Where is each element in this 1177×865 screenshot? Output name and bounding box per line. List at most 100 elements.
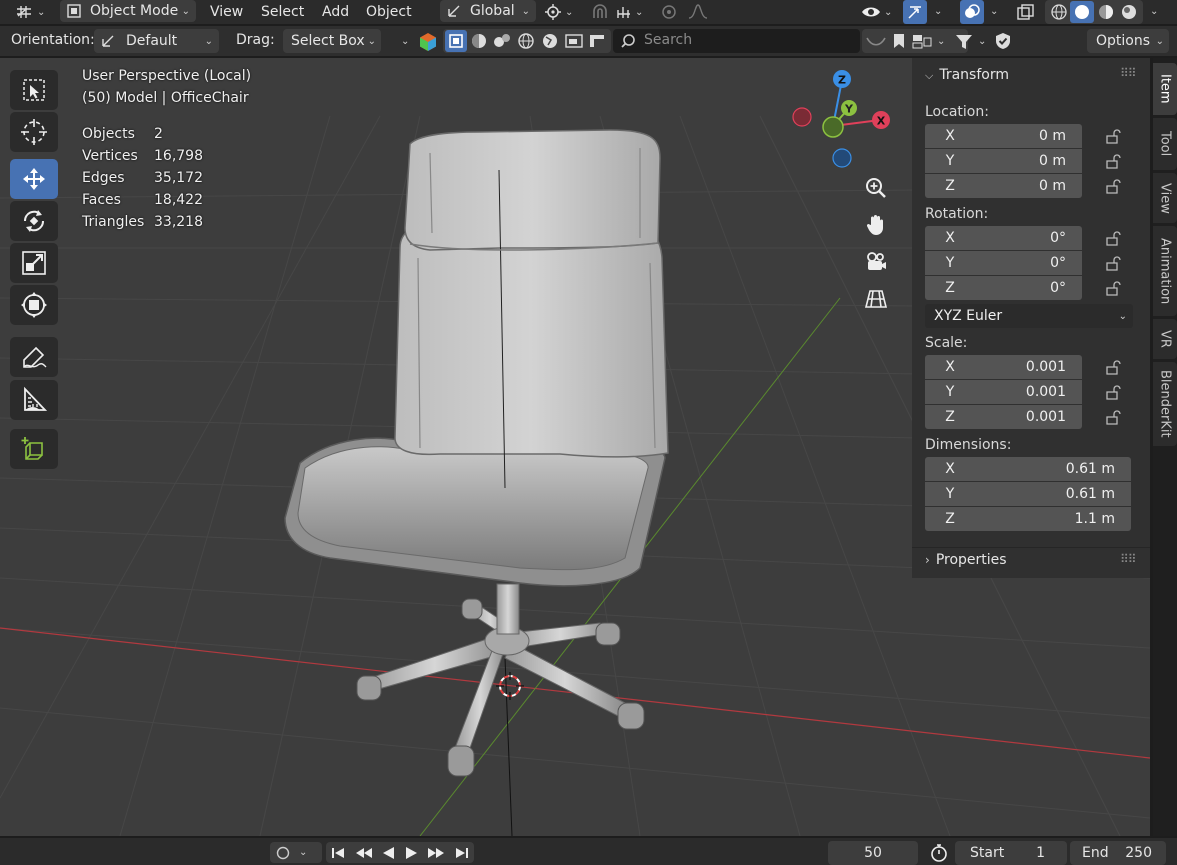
color-hex-icon[interactable] (418, 32, 438, 52)
play-icon[interactable] (402, 846, 420, 860)
falloff-button[interactable] (687, 0, 709, 24)
pivot-point-button[interactable]: ⌄ (543, 0, 573, 24)
properties-panel-header[interactable]: › Properties (925, 552, 1007, 568)
solid-shading-button[interactable] (1070, 1, 1094, 23)
jump-start-icon[interactable] (330, 846, 348, 860)
drag-handle-icon[interactable]: ⠿⠿ (1120, 66, 1137, 80)
tab-vr[interactable]: VR (1153, 319, 1177, 359)
chevron-down-icon[interactable]: ⌄ (978, 36, 986, 47)
location-x-field[interactable]: X 0 m (925, 124, 1082, 148)
perspective-toggle-button[interactable] (858, 281, 894, 317)
snap-toggle[interactable] (590, 0, 610, 24)
tab-animation[interactable]: Animation (1153, 226, 1177, 316)
visibility-button[interactable]: ⌄ (860, 0, 892, 24)
start-frame-field[interactable]: Start 1 (955, 841, 1067, 865)
select-box-tool[interactable] (10, 70, 58, 110)
keying-button[interactable]: ⌄ (270, 842, 322, 863)
play-reverse-icon[interactable] (380, 846, 398, 860)
overlays-toggle[interactable] (960, 0, 984, 24)
editor-type-button[interactable]: ⌄ (16, 0, 45, 24)
end-frame-field[interactable]: End 250 (1070, 841, 1166, 865)
move-tool[interactable] (10, 159, 58, 199)
bookmark-icon[interactable] (891, 32, 907, 50)
menu-view[interactable]: View (210, 0, 243, 24)
menu-add[interactable]: Add (322, 0, 349, 24)
search-field[interactable]: Search (613, 29, 860, 53)
lock-icon[interactable] (1104, 359, 1122, 375)
transform-orientation-dropdown[interactable]: Global ⌄ (440, 0, 536, 22)
transform-panel-header[interactable]: ⌵ Transform (925, 67, 1009, 83)
chevron-down-icon[interactable]: ⌄ (1150, 6, 1158, 17)
menu-object[interactable]: Object (366, 0, 412, 24)
drag-dropdown[interactable]: Select Box ⌄ (283, 29, 381, 53)
image-icon[interactable] (562, 31, 586, 51)
wireframe-shading-icon[interactable] (1048, 2, 1070, 22)
lock-icon[interactable] (1104, 153, 1122, 169)
orientation-dropdown[interactable]: Default ⌄ (94, 29, 219, 53)
shield-check-icon[interactable] (993, 31, 1013, 51)
rotation-x-field[interactable]: X 0° (925, 226, 1082, 250)
menu-select[interactable]: Select (261, 0, 304, 24)
prev-keyframe-icon[interactable] (353, 846, 375, 860)
lock-icon[interactable] (1104, 384, 1122, 400)
lock-icon[interactable] (1104, 255, 1122, 271)
gizmo-toggle[interactable] (903, 0, 927, 24)
tab-blenderkit[interactable]: BlenderKit (1153, 362, 1177, 446)
location-y-field[interactable]: Y 0 m (925, 149, 1082, 173)
chevron-down-icon[interactable]: ⌄ (937, 36, 945, 47)
cursor-tool[interactable] (10, 112, 58, 152)
mode-dropdown[interactable]: Object Mode ⌄ (60, 0, 196, 22)
lock-icon[interactable] (1104, 409, 1122, 425)
chevron-down-icon[interactable]: ⌄ (990, 6, 998, 17)
scale-tool[interactable] (10, 243, 58, 283)
rendered-shading-icon[interactable] (1118, 2, 1140, 22)
rotation-y-field[interactable]: Y 0° (925, 251, 1082, 275)
select-mode-button[interactable] (445, 30, 467, 52)
transform-tool[interactable] (10, 285, 58, 325)
rotation-z-field[interactable]: Z 0° (925, 276, 1082, 300)
camera-view-button[interactable] (858, 244, 894, 280)
tab-tool[interactable]: Tool (1153, 118, 1177, 170)
location-z-field[interactable]: Z 0 m (925, 174, 1082, 198)
add-cube-tool[interactable] (10, 429, 58, 469)
rotation-mode-dropdown[interactable]: XYZ Euler ⌄ (925, 304, 1133, 328)
sphere-icon[interactable] (467, 31, 491, 51)
world-icon[interactable] (538, 31, 562, 51)
globe-icon[interactable] (514, 31, 538, 51)
lock-icon[interactable] (1104, 280, 1122, 296)
lock-icon[interactable] (1104, 230, 1122, 246)
dimensions-z-field[interactable]: Z 1.1 m (925, 507, 1131, 531)
options-dropdown[interactable]: Options ⌄ (1087, 29, 1169, 53)
chevron-down-icon[interactable]: ⌄ (934, 6, 942, 17)
xray-toggle[interactable] (1016, 0, 1036, 24)
scale-z-field[interactable]: Z 0.001 (925, 405, 1082, 429)
drag-handle-icon[interactable]: ⠿⠿ (1120, 552, 1137, 566)
scale-y-field[interactable]: Y 0.001 (925, 380, 1082, 404)
lock-icon[interactable] (1104, 128, 1122, 144)
proportional-editing-toggle[interactable] (660, 0, 678, 24)
metaball-icon[interactable] (490, 31, 514, 51)
next-keyframe-icon[interactable] (425, 846, 447, 860)
zoom-button[interactable] (858, 170, 894, 206)
layout-icon[interactable] (911, 32, 933, 50)
measure-tool[interactable] (10, 380, 58, 420)
tab-item[interactable]: Item (1153, 63, 1177, 115)
brush-icon[interactable] (585, 31, 609, 51)
current-frame-field[interactable]: 50 (828, 841, 918, 865)
rotate-tool[interactable] (10, 201, 58, 241)
scale-x-field[interactable]: X 0.001 (925, 355, 1082, 379)
jump-end-icon[interactable] (452, 846, 470, 860)
filter-funnel-icon[interactable] (954, 32, 974, 52)
navigation-gizmo[interactable]: Y Z X (788, 66, 898, 172)
tab-view[interactable]: View (1153, 173, 1177, 223)
stopwatch-icon[interactable] (929, 843, 949, 863)
annotate-tool[interactable] (10, 337, 58, 377)
curve-icon[interactable] (865, 32, 887, 50)
pan-button[interactable] (858, 207, 894, 243)
lock-icon[interactable] (1104, 178, 1122, 194)
snap-target-button[interactable]: ⌄ (615, 0, 643, 24)
material-shading-icon[interactable] (1094, 2, 1118, 22)
dimensions-x-field[interactable]: X 0.61 m (925, 457, 1131, 481)
chevron-down-icon[interactable]: ⌄ (401, 36, 409, 47)
dimensions-y-field[interactable]: Y 0.61 m (925, 482, 1131, 506)
